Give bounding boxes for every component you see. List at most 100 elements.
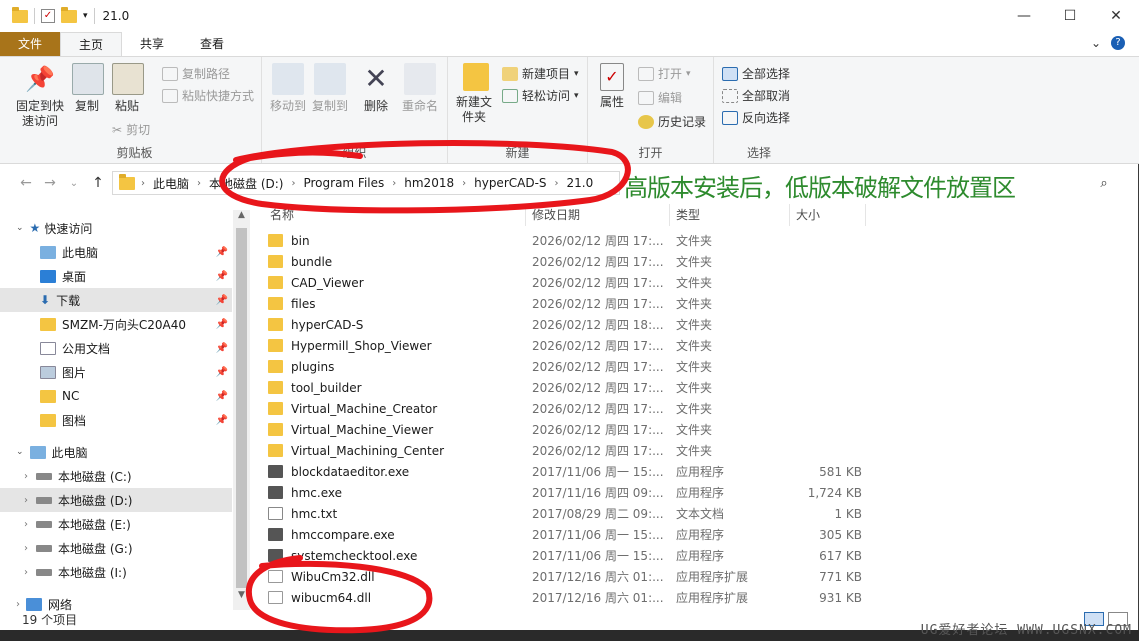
- breadcrumb-current[interactable]: 21.0: [565, 176, 596, 190]
- file-type: 文件夹: [676, 297, 713, 311]
- invert-selection-button[interactable]: 反向选择: [722, 109, 790, 126]
- table-row[interactable]: Virtual_Machine_Viewer 2026/02/12 周四 17:.…: [268, 419, 868, 440]
- chevron-right-icon[interactable]: ›: [555, 178, 559, 189]
- breadcrumb-hypercad-s[interactable]: hyperCAD-S: [472, 176, 548, 190]
- paste-shortcut-button[interactable]: 粘贴快捷方式: [162, 87, 254, 104]
- nav-item-pictures[interactable]: 图片 📌: [0, 360, 232, 384]
- copy-button[interactable]: 复制: [72, 63, 104, 114]
- chevron-right-icon[interactable]: ›: [392, 178, 396, 189]
- paste-button[interactable]: 粘贴: [112, 63, 144, 114]
- table-row[interactable]: systemchecktool.exe 2017/11/06 周一 15:... 应…: [268, 545, 868, 566]
- search-icon[interactable]: ⌕: [1089, 171, 1119, 195]
- table-row[interactable]: bin 2026/02/12 周四 17:... 文件夹: [268, 230, 868, 251]
- nav-drive-e[interactable]: › 本地磁盘 (E:): [0, 512, 232, 536]
- nav-drive-d[interactable]: › 本地磁盘 (D:): [0, 488, 232, 512]
- nav-drive-g[interactable]: › 本地磁盘 (G:): [0, 536, 232, 560]
- open-button[interactable]: 打开 ▾: [638, 65, 691, 82]
- table-row[interactable]: plugins 2026/02/12 周四 17:... 文件夹: [268, 356, 868, 377]
- column-name[interactable]: 名称: [264, 204, 526, 226]
- recent-dropdown-icon[interactable]: ⌄: [62, 178, 86, 189]
- scroll-down-icon[interactable]: ▼: [233, 590, 250, 606]
- tab-view[interactable]: 查看: [182, 32, 242, 56]
- dropdown-icon: ▾: [574, 68, 579, 79]
- table-row[interactable]: Virtual_Machine_Creator 2026/02/12 周四 17:…: [268, 398, 868, 419]
- tab-file[interactable]: 文件: [0, 32, 61, 56]
- breadcrumb-program-files[interactable]: Program Files: [301, 176, 386, 190]
- customize-dropdown-icon[interactable]: ▾: [83, 11, 88, 21]
- easy-access-button[interactable]: 轻松访问 ▾: [502, 87, 579, 104]
- select-none-button[interactable]: 全部取消: [722, 87, 790, 104]
- up-arrow-icon[interactable]: ↑: [86, 175, 110, 191]
- dropdown-icon: ▾: [574, 90, 579, 101]
- edit-button[interactable]: 编辑: [638, 89, 682, 106]
- file-type: 文本文档: [676, 507, 725, 521]
- open-icon: [638, 66, 654, 81]
- chevron-right-icon[interactable]: ›: [197, 178, 201, 189]
- table-row[interactable]: Virtual_Machining_Center 2026/02/12 周四 17…: [268, 440, 868, 461]
- move-to-button[interactable]: 移动到: [268, 63, 308, 114]
- pin-icon: 📌: [215, 318, 228, 330]
- copy-path-button[interactable]: 复制路径: [162, 65, 230, 82]
- nav-drive-i[interactable]: › 本地磁盘 (I:): [0, 560, 232, 584]
- close-button[interactable]: ✕: [1093, 0, 1139, 32]
- tab-share[interactable]: 共享: [122, 32, 182, 56]
- nav-item-nc[interactable]: NC 📌: [0, 384, 232, 408]
- delete-button[interactable]: ✕ 删除: [360, 63, 392, 114]
- table-row[interactable]: files 2026/02/12 周四 17:... 文件夹: [268, 293, 868, 314]
- chevron-right-icon[interactable]: ›: [462, 178, 466, 189]
- table-row[interactable]: wibucm64.dll 2017/12/16 周六 01:... 应用程序扩展 93…: [268, 587, 868, 608]
- new-folder-icon[interactable]: [61, 6, 77, 23]
- breadcrumb-drive-d[interactable]: 本地磁盘 (D:): [207, 175, 285, 192]
- pin-quick-access-button[interactable]: 📌 固定到快速访问: [14, 63, 66, 129]
- column-date[interactable]: 修改日期: [526, 204, 670, 226]
- nav-scrollbar[interactable]: ▲ ▼: [233, 210, 250, 610]
- select-all-button[interactable]: 全部选择: [722, 65, 790, 82]
- nav-item-smzm[interactable]: SMZM-万向头C20A40 📌: [0, 312, 232, 336]
- new-item-button[interactable]: 新建项目 ▾: [502, 65, 579, 82]
- file-list-scrollbar[interactable]: [1120, 198, 1137, 608]
- scroll-up-icon[interactable]: ▲: [233, 210, 250, 226]
- table-row[interactable]: hmc.txt 2017/08/29 周二 09:... 文本文档 1 KB: [268, 503, 868, 524]
- scroll-thumb[interactable]: [236, 228, 247, 588]
- tab-home[interactable]: 主页: [60, 32, 123, 56]
- help-icon[interactable]: ?: [1111, 36, 1125, 50]
- table-row[interactable]: tool_builder 2026/02/12 周四 17:... 文件夹: [268, 377, 868, 398]
- maximize-button[interactable]: ☐: [1047, 0, 1093, 32]
- forward-arrow-icon[interactable]: →: [38, 175, 62, 191]
- copy-to-button[interactable]: 复制到: [310, 63, 350, 114]
- new-folder-button[interactable]: 新建文件夹: [454, 63, 498, 125]
- back-arrow-icon[interactable]: ←: [14, 175, 38, 191]
- breadcrumb-this-pc[interactable]: 此电脑: [151, 175, 191, 192]
- nav-item-drawings[interactable]: 图档 📌: [0, 408, 232, 432]
- file-type: 文件夹: [676, 360, 713, 374]
- minimize-button[interactable]: —: [1001, 0, 1047, 32]
- table-row[interactable]: hmccompare.exe 2017/11/06 周一 15:... 应用程序 30…: [268, 524, 868, 545]
- table-row[interactable]: hyperCAD-S 2026/02/12 周四 18:... 文件夹: [268, 314, 868, 335]
- chevron-right-icon[interactable]: ›: [141, 178, 145, 189]
- chevron-right-icon[interactable]: ›: [291, 178, 295, 189]
- cut-button[interactable]: ✂ 剪切: [112, 121, 150, 138]
- nav-item-desktop[interactable]: 桌面 📌: [0, 264, 232, 288]
- nav-drive-c[interactable]: › 本地磁盘 (C:): [0, 464, 232, 488]
- table-row[interactable]: hmc.exe 2017/11/16 周四 09:... 应用程序 1,724 KB: [268, 482, 868, 503]
- column-type[interactable]: 类型: [670, 204, 790, 226]
- collapse-ribbon-icon[interactable]: ⌄: [1091, 36, 1101, 50]
- nav-item-public-docs[interactable]: 公用文档 📌: [0, 336, 232, 360]
- breadcrumb-hm2018[interactable]: hm2018: [402, 176, 456, 190]
- nav-this-pc[interactable]: ⌄ 此电脑: [0, 440, 232, 464]
- rename-button[interactable]: 重命名: [400, 63, 440, 114]
- column-size[interactable]: 大小: [790, 204, 866, 226]
- history-button[interactable]: 历史记录: [638, 113, 706, 130]
- nav-quick-access[interactable]: ⌄ ★ 快速访问: [0, 216, 232, 240]
- table-row[interactable]: Hypermill_Shop_Viewer 2026/02/12 周四 17:..…: [268, 335, 868, 356]
- properties-check-icon[interactable]: ✓: [41, 9, 55, 23]
- nav-item-this-pc[interactable]: 此电脑 📌: [0, 240, 232, 264]
- table-row[interactable]: bundle 2026/02/12 周四 17:... 文件夹: [268, 251, 868, 272]
- table-row[interactable]: WibuCm32.dll 2017/12/16 周六 01:... 应用程序扩展 77…: [268, 566, 868, 587]
- address-bar[interactable]: › 此电脑 › 本地磁盘 (D:) › Program Files › hm20…: [112, 171, 620, 195]
- properties-button[interactable]: ✓ 属性: [594, 63, 630, 110]
- table-row[interactable]: CAD_Viewer 2026/02/12 周四 17:... 文件夹: [268, 272, 868, 293]
- invert-selection-icon: [722, 110, 738, 125]
- table-row[interactable]: blockdataeditor.exe 2017/11/06 周一 15:... 应…: [268, 461, 868, 482]
- nav-item-downloads[interactable]: ⬇ 下载 📌: [0, 288, 232, 312]
